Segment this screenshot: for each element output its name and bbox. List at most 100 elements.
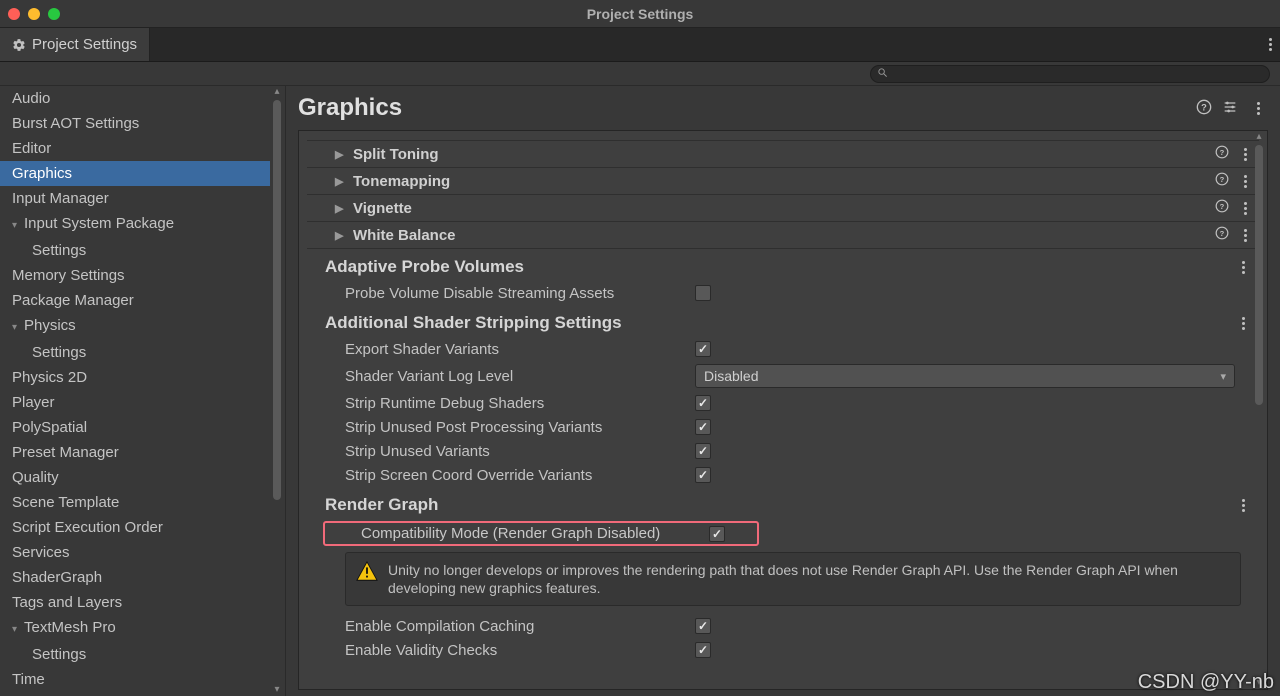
sidebar-item-textmesh-pro[interactable]: ▾TextMesh Pro — [0, 615, 270, 642]
help-icon[interactable]: ? — [1215, 226, 1229, 244]
preset-icon[interactable] — [1222, 99, 1238, 118]
foldout-menu-button[interactable] — [1235, 229, 1255, 242]
scroll-up-icon[interactable]: ▴ — [1253, 131, 1265, 143]
sidebar-item-memory-settings[interactable]: Memory Settings — [0, 263, 270, 288]
section-menu-button[interactable] — [1233, 317, 1253, 330]
sidebar-item-input-manager[interactable]: Input Manager — [0, 186, 270, 211]
sidebar-item-label: Scene Template — [12, 494, 119, 511]
content-menu-button[interactable] — [1248, 102, 1268, 115]
sidebar-item-settings[interactable]: Settings — [0, 340, 270, 365]
toolbar — [0, 62, 1280, 86]
help-icon[interactable]: ? — [1215, 145, 1229, 163]
foldout-menu-button[interactable] — [1235, 202, 1255, 215]
sidebar-item-preset-manager[interactable]: Preset Manager — [0, 440, 270, 465]
sidebar-item-label: Input System Package — [24, 215, 174, 232]
gear-icon — [12, 38, 26, 52]
checkbox-strip-unused[interactable] — [695, 443, 711, 459]
help-icon[interactable]: ? — [1196, 99, 1212, 118]
sidebar-item-scene-template[interactable]: Scene Template — [0, 490, 270, 515]
checkbox-compat-mode[interactable] — [709, 526, 725, 542]
checkbox-enable-validity-checks[interactable] — [695, 642, 711, 658]
foldout-menu-button[interactable] — [1235, 175, 1255, 188]
section-adaptive-probe: Adaptive Probe Volumes — [307, 249, 1259, 281]
field-strip-screen-coord: Strip Screen Coord Override Variants — [307, 463, 1259, 487]
sidebar-item-physics-2d[interactable]: Physics 2D — [0, 365, 270, 390]
checkbox-export-variants[interactable] — [695, 341, 711, 357]
chevron-right-icon: ▶ — [335, 175, 347, 188]
sidebar-item-graphics[interactable]: Graphics — [0, 161, 270, 186]
search-input[interactable] — [870, 65, 1270, 83]
foldout-menu-button[interactable] — [1235, 148, 1255, 161]
svg-text:?: ? — [1220, 202, 1225, 211]
svg-text:?: ? — [1201, 102, 1207, 112]
warning-message: Unity no longer develops or improves the… — [345, 552, 1241, 606]
scroll-up-icon[interactable]: ▴ — [271, 86, 283, 98]
sidebar-item-shadergraph[interactable]: ShaderGraph — [0, 565, 270, 590]
sidebar-item-polyspatial[interactable]: PolySpatial — [0, 415, 270, 440]
field-label: Strip Unused Variants — [345, 443, 695, 460]
sidebar-item-tags-and-layers[interactable]: Tags and Layers — [0, 590, 270, 615]
checkbox-strip-runtime-debug[interactable] — [695, 395, 711, 411]
field-strip-unused: Strip Unused Variants — [307, 439, 1259, 463]
scroll-down-icon[interactable]: ▾ — [271, 684, 283, 696]
search-icon — [877, 67, 888, 81]
sidebar-item-audio[interactable]: Audio — [0, 86, 270, 111]
sidebar-item-editor[interactable]: Editor — [0, 136, 270, 161]
checkbox-strip-screen-coord[interactable] — [695, 467, 711, 483]
minimize-window-button[interactable] — [28, 8, 40, 20]
checkbox-probe-disable-streaming[interactable] — [695, 285, 711, 301]
scroll-down-icon[interactable]: ▾ — [1253, 677, 1265, 689]
help-icon[interactable]: ? — [1215, 199, 1229, 217]
sidebar-item-script-execution-order[interactable]: Script Execution Order — [0, 515, 270, 540]
sidebar-item-time[interactable]: Time — [0, 667, 270, 692]
tab-project-settings[interactable]: Project Settings — [0, 28, 150, 61]
sidebar-item-label: TextMesh Pro — [24, 619, 116, 636]
foldout-white-balance[interactable]: ▶White Balance? — [307, 222, 1259, 249]
tabbar-menu-button[interactable] — [1260, 28, 1280, 61]
maximize-window-button[interactable] — [48, 8, 60, 20]
section-menu-button[interactable] — [1233, 261, 1253, 274]
warning-icon — [356, 561, 378, 581]
foldout-split-toning[interactable]: ▶Split Toning? — [307, 141, 1259, 168]
sidebar-item-settings[interactable]: Settings — [0, 238, 270, 263]
sidebar-item-services[interactable]: Services — [0, 540, 270, 565]
sidebar-item-input-system-package[interactable]: ▾Input System Package — [0, 211, 270, 238]
sidebar-item-label: Tags and Layers — [12, 594, 122, 611]
scrollbar-thumb[interactable] — [273, 100, 281, 500]
sidebar-item-timeline[interactable]: Timeline — [0, 692, 270, 696]
field-probe-disable-streaming: Probe Volume Disable Streaming Assets — [307, 281, 1259, 305]
foldout-tonemapping[interactable]: ▶ Tonemapping? — [307, 168, 1259, 195]
sidebar-item-label: Settings — [32, 344, 86, 361]
sidebar-item-package-manager[interactable]: Package Manager — [0, 288, 270, 313]
field-strip-runtime-debug: Strip Runtime Debug Shaders — [307, 391, 1259, 415]
panel-scrollbar[interactable]: ▴ ▾ — [1253, 131, 1265, 689]
sidebar-item-physics[interactable]: ▾Physics — [0, 313, 270, 340]
field-enable-compilation-caching: Enable Compilation Caching — [307, 614, 1259, 638]
window-controls — [8, 8, 60, 20]
warning-text: Unity no longer develops or improves the… — [388, 561, 1230, 597]
sidebar-scrollbar[interactable]: ▴ ▾ — [271, 86, 283, 696]
sidebar-item-label: Script Execution Order — [12, 519, 163, 536]
checkbox-strip-unused-pp[interactable] — [695, 419, 711, 435]
help-icon[interactable]: ? — [1215, 172, 1229, 190]
foldout-label: Tonemapping — [353, 173, 450, 190]
expand-icon: ▾ — [12, 215, 22, 236]
dropdown-shader-log-level[interactable]: Disabled ▾ — [695, 364, 1235, 388]
foldout-vignette[interactable]: ▶Vignette? — [307, 195, 1259, 222]
page-title: Graphics — [298, 94, 402, 122]
field-label: Export Shader Variants — [345, 341, 695, 358]
field-label: Enable Validity Checks — [345, 642, 695, 659]
sidebar-item-label: Package Manager — [12, 292, 134, 309]
sidebar-item-quality[interactable]: Quality — [0, 465, 270, 490]
section-menu-button[interactable] — [1233, 499, 1253, 512]
close-window-button[interactable] — [8, 8, 20, 20]
sidebar-item-player[interactable]: Player — [0, 390, 270, 415]
checkbox-enable-compilation-caching[interactable] — [695, 618, 711, 634]
svg-text:?: ? — [1220, 148, 1225, 157]
foldout-label: White Balance — [353, 227, 456, 244]
scrollbar-thumb[interactable] — [1255, 145, 1263, 405]
sidebar-item-settings[interactable]: Settings — [0, 642, 270, 667]
window-title: Project Settings — [587, 6, 694, 22]
field-label: Strip Unused Post Processing Variants — [345, 419, 695, 436]
sidebar-item-burst-aot-settings[interactable]: Burst AOT Settings — [0, 111, 270, 136]
